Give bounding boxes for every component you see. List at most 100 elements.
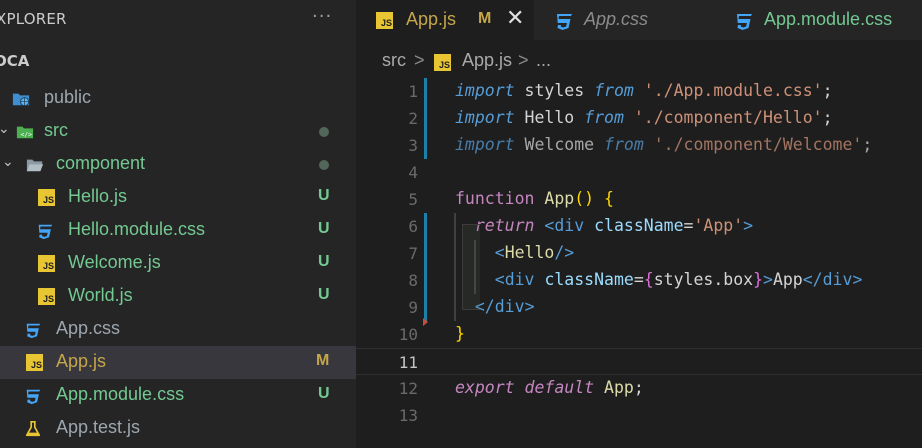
line-number: 3 [408, 136, 418, 155]
js-file-icon: JS [376, 12, 393, 29]
breadcrumb-file[interactable]: App.js [462, 50, 512, 71]
git-status-badge: U [318, 385, 330, 402]
code-line: 13 [356, 402, 922, 429]
breadcrumb-folder[interactable]: src [382, 50, 406, 71]
folder-public-icon [12, 93, 30, 107]
git-modified-gutter [424, 213, 427, 321]
code-line: 9 </div> [356, 294, 922, 321]
tree-item-label: App.js [56, 351, 107, 371]
js-file-icon: JS [38, 288, 55, 305]
indent-guide [454, 213, 456, 321]
tab-app-module-css[interactable]: App.module.css [714, 0, 922, 40]
code-line: 7 <Hello/> [356, 240, 922, 267]
tab-app-js[interactable]: JS App.js M ✕ [356, 0, 534, 40]
tree-item-app-js[interactable]: JS App.js M [0, 346, 356, 379]
tree-item-label: World.js [68, 285, 133, 305]
svg-text:</>: </> [21, 132, 33, 139]
code-line: 8 <div className={styles.box}>App</div> [356, 267, 922, 294]
js-file-icon: JS [434, 54, 451, 71]
tab-app-css[interactable]: App.css [534, 0, 714, 40]
tree-item-world-js[interactable]: JS World.js U [0, 280, 356, 313]
code-line: 2 import Hello from './component/Hello'; [356, 105, 922, 132]
tree-item-label: component [56, 153, 146, 173]
git-status-badge: M [316, 352, 330, 369]
line-number: 6 [408, 217, 418, 236]
tab-label: App.js [406, 9, 457, 29]
code-line-current: 11 [356, 348, 922, 375]
git-status-dot [319, 127, 329, 137]
tree-item-hello-module-css[interactable]: Hello.module.css U [0, 214, 356, 247]
tree-item-label: App.css [56, 318, 121, 338]
close-icon[interactable]: ✕ [506, 6, 524, 31]
tree-item-public[interactable]: public [0, 82, 356, 115]
code-text: import Welcome from './component/Welcome… [455, 135, 873, 154]
test-flask-icon [25, 420, 41, 437]
tree-item-label: App.test.js [56, 417, 141, 437]
editor-tab-bar: JS App.js M ✕ App.css App.module.css [356, 0, 922, 40]
css-file-icon [557, 14, 572, 30]
git-status-badge: U [318, 286, 330, 303]
line-number: 9 [408, 298, 418, 317]
tree-item-app-test-js[interactable]: App.test.js [0, 412, 356, 445]
code-line: 10 } [356, 321, 922, 348]
line-number: 4 [408, 163, 418, 182]
code-text: function App() { [455, 189, 614, 208]
code-text: import styles from './App.module.css'; [455, 81, 833, 100]
tree-item-label: Welcome.js [68, 252, 161, 272]
git-status-badge: U [318, 220, 330, 237]
css-file-icon [737, 14, 752, 30]
tree-item-label: App.module.css [56, 384, 185, 404]
code-text: export default App; [455, 378, 644, 397]
tree-item-hello-js[interactable]: JS Hello.js U [0, 181, 356, 214]
code-text: return <div className='App'> [474, 216, 754, 235]
breadcrumb-separator: > [518, 50, 529, 70]
code-editor[interactable]: 1 import styles from './App.module.css';… [356, 78, 922, 448]
line-number: 5 [408, 190, 418, 209]
line-number: 11 [398, 353, 418, 372]
bracket-scope-highlight [462, 224, 480, 310]
git-status-badge: U [318, 253, 330, 270]
css-file-icon [38, 224, 53, 240]
tree-item-app-module-css[interactable]: App.module.css U [0, 379, 356, 412]
code-line: 5 function App() { [356, 186, 922, 213]
more-actions-icon[interactable]: ··· [312, 6, 332, 27]
line-number: 2 [408, 109, 418, 128]
line-number: 1 [408, 82, 418, 101]
code-text: <div className={styles.box}>App</div> [494, 270, 863, 289]
js-file-icon: JS [38, 255, 55, 272]
tree-item-label: Hello.module.css [68, 219, 206, 239]
breadcrumb-separator: > [414, 50, 425, 70]
code-text: } [455, 324, 465, 343]
explorer-sidebar: XPLORER ··· OCA public ⌄ </> src ⌄ compo… [0, 0, 356, 448]
chevron-down-icon: ⌄ [0, 121, 10, 137]
breadcrumb-symbols[interactable]: ... [536, 50, 551, 71]
folder-open-icon [26, 159, 44, 172]
code-line: 3 import Welcome from './component/Welco… [356, 132, 922, 159]
code-line: 6 return <div className='App'> [356, 213, 922, 240]
tree-item-welcome-js[interactable]: JS Welcome.js U [0, 247, 356, 280]
chevron-down-icon: ⌄ [2, 154, 14, 170]
explorer-title: XPLORER [0, 10, 67, 28]
line-number: 10 [398, 325, 418, 344]
line-number: 8 [408, 271, 418, 290]
git-modified-gutter [424, 78, 427, 159]
tree-item-label: public [44, 87, 92, 107]
line-number: 13 [398, 406, 418, 425]
tab-label: App.css [584, 9, 649, 29]
tree-item-app-css[interactable]: App.css [0, 313, 356, 346]
project-folder-title[interactable]: OCA [0, 52, 29, 70]
tree-item-src[interactable]: ⌄ </> src [0, 115, 356, 148]
js-file-icon: JS [26, 354, 43, 371]
code-line: 1 import styles from './App.module.css'; [356, 78, 922, 105]
tab-label: App.module.css [764, 9, 893, 29]
tree-item-label: src [44, 120, 68, 140]
git-deleted-marker [423, 318, 428, 326]
code-line: 12 export default App; [356, 375, 922, 402]
explorer-header: XPLORER ··· [0, 0, 356, 38]
git-status-badge: U [318, 187, 330, 204]
git-status-dot [319, 160, 329, 170]
tree-item-component[interactable]: ⌄ component [0, 148, 356, 181]
css-file-icon [26, 323, 41, 339]
tree-item-label: Hello.js [68, 186, 128, 206]
tab-modified-badge: M [478, 10, 492, 27]
